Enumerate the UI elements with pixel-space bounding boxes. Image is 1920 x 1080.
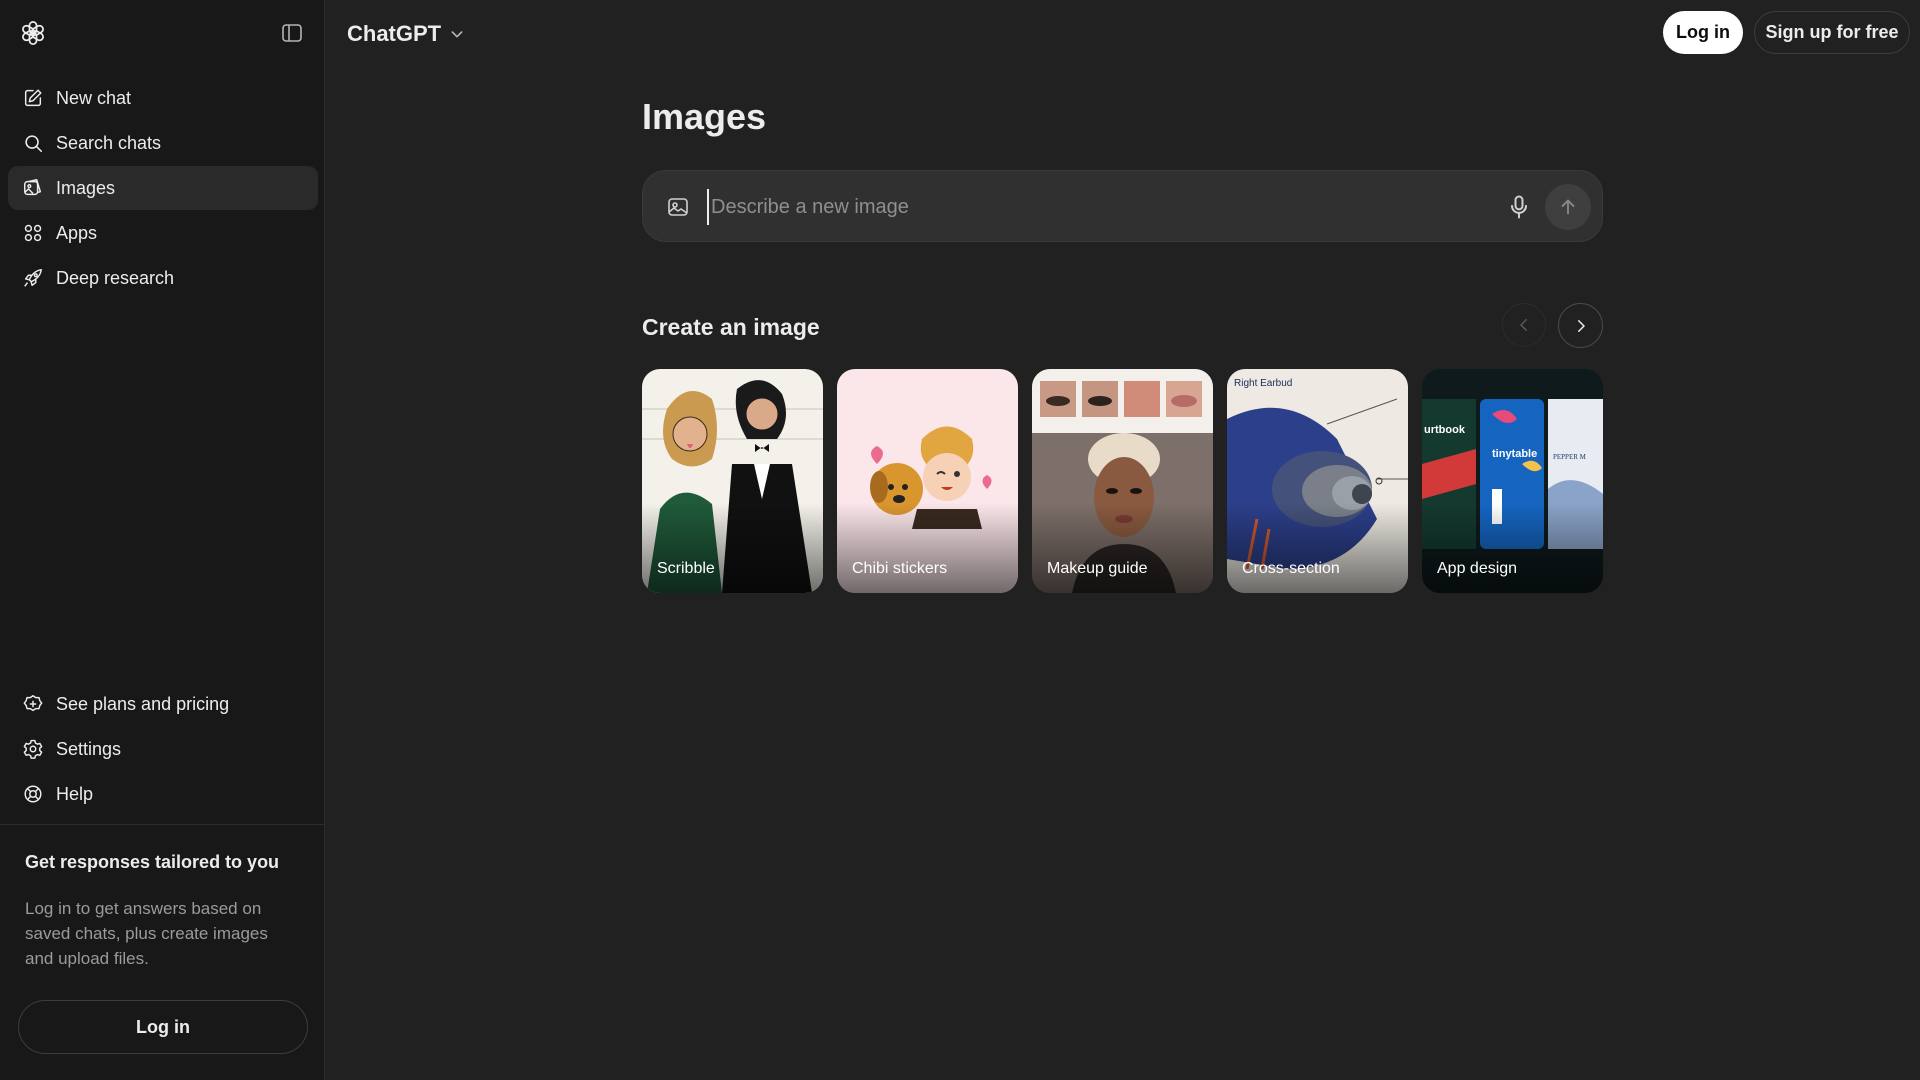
- sidebar-item-label: Settings: [56, 738, 122, 759]
- sidebar-nav: New chat Search chats Images Apps Deep r…: [8, 76, 318, 301]
- plans-icon: [23, 695, 43, 712]
- section-title: Create an image: [642, 314, 820, 340]
- model-switcher[interactable]: ChatGPT: [347, 19, 465, 49]
- card-inner-text: PEPPER M: [1553, 453, 1587, 461]
- sidebar: New chat Search chats Images Apps Deep r…: [0, 0, 325, 1080]
- image-style-carousel: Scribble Chibi stickers Makeup guide Rig…: [642, 369, 1603, 593]
- model-name: ChatGPT: [347, 21, 442, 46]
- sidebar-item-label: New chat: [56, 87, 132, 108]
- card-label: Makeup guide: [1047, 560, 1148, 577]
- help-icon: [24, 785, 42, 803]
- promo-title: Get responses tailored to you: [25, 852, 280, 872]
- image-upload-icon[interactable]: [666, 195, 690, 219]
- style-card-chibi-stickers[interactable]: Chibi stickers: [837, 369, 1018, 593]
- chevron-left-icon: [1520, 319, 1527, 331]
- card-label: Chibi stickers: [852, 560, 948, 577]
- search-icon: [25, 135, 43, 153]
- card-inner-text: urtbook: [1424, 424, 1466, 436]
- card-label: Scribble: [657, 560, 715, 577]
- sidebar-item-deep-research[interactable]: Deep research: [8, 256, 318, 300]
- images-icon: [24, 179, 42, 196]
- new-chat-icon: [24, 89, 42, 107]
- style-card-makeup-guide[interactable]: Makeup guide: [1032, 369, 1213, 593]
- sidebar-item-help[interactable]: Help: [8, 772, 318, 816]
- card-shade: [1227, 503, 1408, 593]
- style-card-app-design[interactable]: urtbook tinytable PEPPER M App design: [1422, 369, 1603, 593]
- promo-text: Log in to get answers based on saved cha…: [25, 899, 268, 968]
- card-shade: [642, 503, 823, 593]
- image-composer: [642, 170, 1603, 242]
- sidebar-item-plans[interactable]: See plans and pricing: [8, 682, 318, 726]
- sidebar-toggle-icon[interactable]: [279, 21, 305, 45]
- header-signup-button[interactable]: Sign up for free: [1754, 11, 1910, 54]
- sidebar-item-label: Apps: [56, 222, 98, 243]
- card-inner-text: Right Earbud: [1234, 378, 1292, 389]
- card-label: Cross-section: [1242, 560, 1340, 577]
- chevron-down-icon: [451, 31, 463, 38]
- sidebar-header: [0, 0, 325, 66]
- sidebar-item-search-chats[interactable]: Search chats: [8, 121, 318, 165]
- openai-logo-icon[interactable]: [19, 19, 47, 47]
- send-button[interactable]: [1545, 184, 1591, 230]
- card-shade: [837, 503, 1018, 593]
- sidebar-item-images[interactable]: Images: [8, 166, 318, 210]
- card-inner-text: tinytable: [1492, 448, 1537, 460]
- sidebar-item-label: Search chats: [56, 132, 162, 153]
- style-card-scribble[interactable]: Scribble: [642, 369, 823, 593]
- sidebar-login-button[interactable]: Log in: [18, 1000, 308, 1054]
- gear-icon: [23, 739, 43, 759]
- sidebar-item-label: See plans and pricing: [56, 693, 230, 714]
- card-shade: [1032, 503, 1213, 593]
- sidebar-item-label: Help: [56, 783, 94, 804]
- card-shade: [1422, 503, 1603, 593]
- sidebar-item-label: Deep research: [56, 267, 175, 288]
- sidebar-item-settings[interactable]: Settings: [8, 727, 318, 771]
- microphone-icon[interactable]: [1505, 193, 1533, 221]
- sidebar-bottom-nav: See plans and pricing Settings Help: [8, 682, 318, 817]
- sidebar-item-apps[interactable]: Apps: [8, 211, 318, 255]
- sidebar-item-label: Images: [56, 177, 116, 198]
- arrow-up-icon: [1561, 199, 1575, 215]
- card-label: App design: [1437, 560, 1518, 577]
- sidebar-divider: [0, 824, 325, 825]
- carousel-prev-button[interactable]: [1502, 303, 1546, 347]
- apps-icon: [24, 224, 42, 242]
- header-login-button[interactable]: Log in: [1663, 11, 1743, 54]
- sidebar-item-new-chat[interactable]: New chat: [8, 76, 318, 120]
- deep-research-icon: [24, 269, 42, 287]
- image-prompt-input[interactable]: [707, 189, 1487, 225]
- style-card-cross-section[interactable]: Right Earbud Cross-section: [1227, 369, 1408, 593]
- chevron-right-icon: [1577, 319, 1585, 332]
- page-title: Images: [642, 96, 767, 137]
- carousel-next-button[interactable]: [1558, 303, 1603, 348]
